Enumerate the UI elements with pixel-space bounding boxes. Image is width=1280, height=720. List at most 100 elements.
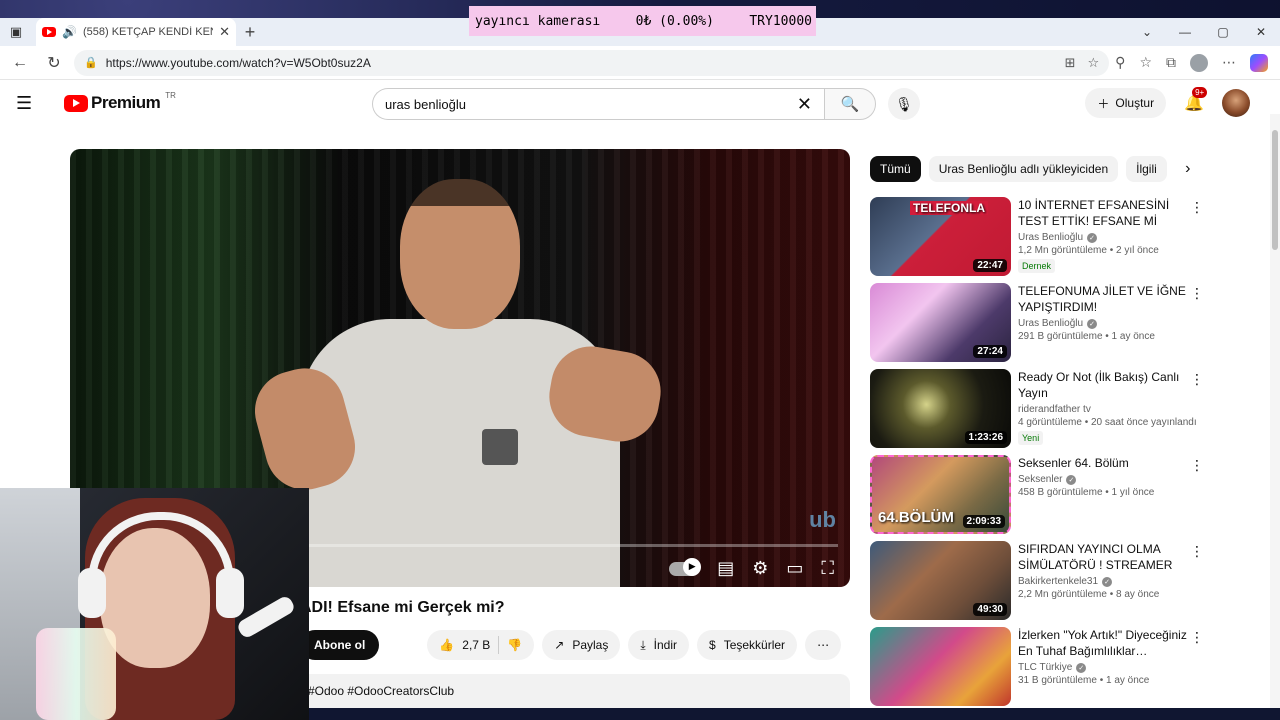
more-vertical-icon[interactable]: ⋮ — [1190, 371, 1204, 388]
url-field[interactable]: 🔒 https://www.youtube.com/watch?v=W5Obt0… — [74, 49, 1110, 76]
favorite-star-icon[interactable]: ☆ — [1088, 55, 1100, 71]
rec-channel[interactable]: Uras Benlioğlu — [1018, 232, 1083, 243]
page-scrollbar[interactable] — [1270, 114, 1280, 708]
dislike-icon[interactable]: 👎 — [507, 638, 522, 652]
reload-icon[interactable]: ↻ — [40, 49, 68, 77]
youtube-header: ☰ Premium TR uras benlioğlu ✕ 🔍 🎙 ＋ Oluş… — [0, 80, 1280, 126]
video-thumbnail[interactable] — [870, 627, 1011, 706]
profile-avatar[interactable] — [1190, 53, 1208, 72]
share-button[interactable]: ↗ Paylaş — [542, 630, 621, 660]
more-vertical-icon[interactable]: ⋮ — [1190, 199, 1204, 216]
rec-title[interactable]: İzlerken "Yok Artık!" Diyeceğiniz En Tuh… — [1018, 627, 1198, 659]
more-icon[interactable]: ⋯ — [1222, 54, 1236, 71]
subtitles-icon[interactable]: ▤ — [717, 558, 734, 579]
favorites-icon[interactable]: ☆ — [1139, 54, 1152, 71]
more-vertical-icon[interactable]: ⋮ — [1190, 457, 1204, 474]
video-thumbnail[interactable]: 64.BÖLÜM 2:09:33 — [870, 455, 1011, 534]
account-avatar[interactable] — [1222, 89, 1250, 117]
copilot-icon[interactable] — [1250, 53, 1268, 72]
duration-badge: 1:23:26 — [964, 431, 1007, 444]
notifications-button[interactable]: 🔔 9+ — [1184, 87, 1208, 113]
chip-uploader[interactable]: Uras Benlioğlu adlı yükleyiciden — [928, 156, 1119, 182]
extensions-icon[interactable]: ⚲ — [1115, 54, 1125, 71]
microphone-icon: 🎙 — [895, 95, 913, 112]
theater-mode-icon[interactable]: ▭ — [786, 558, 803, 579]
list-item[interactable]: 64.BÖLÜM 2:09:33 Seksenler 64. Bölüm Sek… — [870, 455, 1210, 535]
region-label: TR — [165, 90, 176, 100]
like-icon[interactable]: 👍 — [439, 638, 454, 652]
rec-title[interactable]: TELEFONUMA JİLET VE İĞNE YAPIŞTIRDIM! — [1018, 283, 1198, 315]
search-value: uras benlioğlu — [385, 96, 466, 112]
dropdown-icon[interactable]: ⌄ — [1128, 18, 1166, 46]
close-window-icon[interactable]: ✕ — [1242, 18, 1280, 46]
duration-badge: 22:47 — [973, 259, 1007, 272]
list-item[interactable]: 49:30 SIFIRDAN YAYINCI OLMA SİMÜLATÖRÜ !… — [870, 541, 1210, 621]
list-item[interactable]: 1:23:26 Ready Or Not (İlk Bakış) Canlı Y… — [870, 369, 1210, 449]
browser-tab-active[interactable]: 🔊 (558) KETÇAP KENDİ KENDİNE ✕ — [36, 18, 236, 46]
download-button[interactable]: ⤓ İndir — [628, 630, 690, 660]
close-tab-icon[interactable]: ✕ — [219, 24, 230, 40]
youtube-logo[interactable]: Premium TR — [64, 90, 176, 113]
chip-all[interactable]: Tümü — [870, 156, 921, 182]
url-text: https://www.youtube.com/watch?v=W5Obt0su… — [105, 55, 371, 70]
more-vertical-icon[interactable]: ⋮ — [1190, 629, 1204, 646]
list-item[interactable]: İzlerken "Yok Artık!" Diyeceğiniz En Tuh… — [870, 627, 1210, 707]
more-vertical-icon[interactable]: ⋮ — [1190, 285, 1204, 302]
verified-icon: ✓ — [1066, 474, 1077, 485]
like-dislike-group: 👍 2,7 B 👎 — [427, 630, 535, 660]
clear-search-icon[interactable]: ✕ — [797, 94, 812, 115]
settings-gear-icon[interactable]: ⚙ — [752, 558, 768, 579]
app-icon[interactable]: ⊞ — [1065, 55, 1076, 71]
video-actions: Abone ol 👍 2,7 B 👎 ↗ Paylaş ⤓ İndir $ Te… — [300, 630, 842, 660]
tab-actions-icon[interactable]: ▣ — [0, 18, 32, 46]
rec-channel[interactable]: Uras Benlioğlu — [1018, 318, 1083, 329]
rec-channel[interactable]: Bakirkertenkele31 — [1018, 576, 1098, 587]
minimize-icon[interactable]: — — [1166, 18, 1204, 46]
rec-title[interactable]: Ready Or Not (İlk Bakış) Canlı Yayın — [1018, 369, 1198, 401]
more-actions-button[interactable]: ⋯ — [805, 630, 842, 660]
share-icon: ↗ — [554, 638, 565, 652]
search-icon: 🔍 — [840, 96, 860, 113]
subscribe-button[interactable]: Abone ol — [300, 630, 380, 660]
streamer-webcam — [0, 488, 309, 720]
menu-icon[interactable]: ☰ — [16, 93, 52, 114]
like-count[interactable]: 2,7 B — [462, 638, 490, 652]
video-thumbnail[interactable]: 1:23:26 — [870, 369, 1011, 448]
video-thumbnail[interactable]: TELEFONLA 22:47 — [870, 197, 1011, 276]
filter-chips: Tümü Uras Benlioğlu adlı yükleyiciden İl… — [870, 156, 1201, 182]
back-icon[interactable]: ← — [6, 49, 34, 77]
lock-icon[interactable]: 🔒 — [84, 56, 98, 69]
rec-meta: 1,2 Mn görüntüleme • 2 yıl önce — [1018, 245, 1159, 256]
new-tab-button[interactable]: + — [236, 22, 264, 43]
create-button[interactable]: ＋ Oluştur — [1085, 88, 1167, 118]
video-thumbnail[interactable]: 27:24 — [870, 283, 1011, 362]
chip-related[interactable]: İlgili — [1126, 156, 1167, 182]
rec-meta: 291 B görüntüleme • 1 ay önce — [1018, 331, 1155, 342]
scrollbar-thumb[interactable] — [1272, 130, 1278, 250]
maximize-icon[interactable]: ▢ — [1204, 18, 1242, 46]
rec-title[interactable]: Seksenler 64. Bölüm — [1018, 455, 1198, 471]
search-input[interactable]: uras benlioğlu ✕ — [372, 88, 824, 120]
youtube-play-icon — [64, 94, 88, 112]
more-vertical-icon[interactable]: ⋮ — [1190, 543, 1204, 560]
chevron-right-icon[interactable]: › — [1175, 160, 1201, 178]
fullscreen-icon[interactable]: ⛶ — [821, 558, 834, 579]
thanks-button[interactable]: $ Teşekkürler — [697, 630, 798, 660]
search-bar: uras benlioğlu ✕ 🔍 🎙 — [372, 88, 920, 120]
rec-title[interactable]: 10 İNTERNET EFSANESİNİ TEST ETTİK! EFSAN… — [1018, 197, 1198, 229]
recommendations-list: TELEFONLA 22:47 10 İNTERNET EFSANESİNİ T… — [870, 197, 1210, 708]
autoplay-toggle[interactable] — [669, 557, 702, 576]
collections-icon[interactable]: ⧉ — [1166, 54, 1176, 71]
list-item[interactable]: 27:24 TELEFONUMA JİLET VE İĞNE YAPIŞTIRD… — [870, 283, 1210, 363]
search-button[interactable]: 🔍 — [824, 88, 876, 120]
rec-channel[interactable]: riderandfather tv — [1018, 404, 1091, 415]
voice-search-button[interactable]: 🎙 — [888, 88, 920, 120]
video-thumbnail[interactable]: 49:30 — [870, 541, 1011, 620]
rec-channel[interactable]: TLC Türkiye — [1018, 662, 1072, 673]
rec-channel[interactable]: Seksenler — [1018, 474, 1062, 485]
verified-icon: ✓ — [1076, 662, 1087, 673]
description-box[interactable]: #Odoo #OdooCreatorsClub — [300, 674, 850, 708]
speaker-icon[interactable]: 🔊 — [62, 25, 77, 39]
rec-title[interactable]: SIFIRDAN YAYINCI OLMA SİMÜLATÖRÜ ! STREA… — [1018, 541, 1198, 573]
list-item[interactable]: TELEFONLA 22:47 10 İNTERNET EFSANESİNİ T… — [870, 197, 1210, 277]
